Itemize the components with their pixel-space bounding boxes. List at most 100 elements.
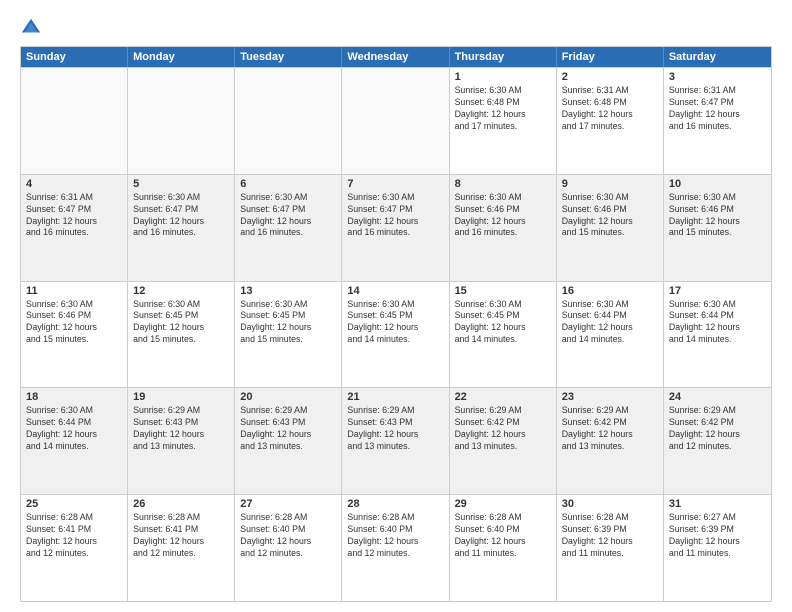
day-number: 8 (455, 178, 551, 190)
cal-cell-3-6: 24 Sunrise: 6:29 AM Sunset: 6:42 PM Dayli… (664, 388, 771, 494)
day-number: 6 (240, 178, 336, 190)
cal-row-2: 11 Sunrise: 6:30 AM Sunset: 6:46 PM Dayli… (21, 281, 771, 388)
cell-text: Sunrise: 6:30 AM Sunset: 6:47 PM Dayligh… (133, 192, 229, 240)
cell-text: Sunrise: 6:30 AM Sunset: 6:48 PM Dayligh… (455, 85, 551, 133)
cal-cell-0-1 (128, 68, 235, 174)
cell-text: Sunrise: 6:29 AM Sunset: 6:43 PM Dayligh… (133, 405, 229, 453)
cell-text: Sunrise: 6:30 AM Sunset: 6:46 PM Dayligh… (455, 192, 551, 240)
cal-row-0: 1 Sunrise: 6:30 AM Sunset: 6:48 PM Daylig… (21, 67, 771, 174)
day-number: 11 (26, 285, 122, 297)
day-number: 22 (455, 391, 551, 403)
cal-cell-4-5: 30Sunrise: 6:28 AM Sunset: 6:39 PM Dayli… (557, 495, 664, 601)
cell-text: Sunrise: 6:28 AM Sunset: 6:41 PM Dayligh… (26, 512, 122, 560)
cell-text: Sunrise: 6:30 AM Sunset: 6:44 PM Dayligh… (562, 299, 658, 347)
day-number: 14 (347, 285, 443, 297)
cell-text: Sunrise: 6:30 AM Sunset: 6:46 PM Dayligh… (669, 192, 766, 240)
day-number: 17 (669, 285, 766, 297)
cal-cell-4-2: 27 Sunrise: 6:28 AM Sunset: 6:40 PM Dayli… (235, 495, 342, 601)
cell-text: Sunrise: 6:30 AM Sunset: 6:45 PM Dayligh… (240, 299, 336, 347)
cell-text: Sunrise: 6:29 AM Sunset: 6:42 PM Dayligh… (669, 405, 766, 453)
day-number: 12 (133, 285, 229, 297)
day-number: 24 (669, 391, 766, 403)
cal-header-friday: Friday (557, 47, 664, 67)
cell-text: Sunrise: 6:31 AM Sunset: 6:48 PM Dayligh… (562, 85, 658, 133)
cell-text: Sunrise: 6:31 AM Sunset: 6:47 PM Dayligh… (26, 192, 122, 240)
cal-cell-4-6: 31 Sunrise: 6:27 AM Sunset: 6:39 PM Dayli… (664, 495, 771, 601)
day-number: 18 (26, 391, 122, 403)
cal-cell-3-3: 21 Sunrise: 6:29 AM Sunset: 6:43 PM Dayli… (342, 388, 449, 494)
logo-icon (20, 16, 42, 38)
day-number: 13 (240, 285, 336, 297)
cal-cell-0-5: 2 Sunrise: 6:31 AM Sunset: 6:48 PM Daylig… (557, 68, 664, 174)
day-number: 1 (455, 71, 551, 83)
header (20, 16, 772, 38)
page: SundayMondayTuesdayWednesdayThursdayFrid… (0, 0, 792, 612)
cal-cell-2-4: 15Sunrise: 6:30 AM Sunset: 6:45 PM Dayli… (450, 282, 557, 388)
cal-cell-0-3 (342, 68, 449, 174)
day-number: 29 (455, 498, 551, 510)
cell-text: Sunrise: 6:28 AM Sunset: 6:40 PM Dayligh… (455, 512, 551, 560)
day-number: 9 (562, 178, 658, 190)
cell-text: Sunrise: 6:30 AM Sunset: 6:46 PM Dayligh… (562, 192, 658, 240)
logo (20, 16, 48, 38)
cal-header-thursday: Thursday (450, 47, 557, 67)
calendar: SundayMondayTuesdayWednesdayThursdayFrid… (20, 46, 772, 602)
cal-cell-3-5: 23 Sunrise: 6:29 AM Sunset: 6:42 PM Dayli… (557, 388, 664, 494)
cal-cell-1-4: 8 Sunrise: 6:30 AM Sunset: 6:46 PM Daylig… (450, 175, 557, 281)
cal-cell-0-4: 1 Sunrise: 6:30 AM Sunset: 6:48 PM Daylig… (450, 68, 557, 174)
day-number: 19 (133, 391, 229, 403)
day-number: 28 (347, 498, 443, 510)
cell-text: Sunrise: 6:30 AM Sunset: 6:45 PM Dayligh… (347, 299, 443, 347)
cal-cell-3-2: 20 Sunrise: 6:29 AM Sunset: 6:43 PM Dayli… (235, 388, 342, 494)
day-number: 27 (240, 498, 336, 510)
cell-text: Sunrise: 6:28 AM Sunset: 6:41 PM Dayligh… (133, 512, 229, 560)
cell-text: Sunrise: 6:30 AM Sunset: 6:45 PM Dayligh… (133, 299, 229, 347)
cell-text: Sunrise: 6:29 AM Sunset: 6:42 PM Dayligh… (455, 405, 551, 453)
cal-cell-4-3: 28Sunrise: 6:28 AM Sunset: 6:40 PM Dayli… (342, 495, 449, 601)
cal-cell-1-0: 4 Sunrise: 6:31 AM Sunset: 6:47 PM Daylig… (21, 175, 128, 281)
cell-text: Sunrise: 6:29 AM Sunset: 6:42 PM Dayligh… (562, 405, 658, 453)
day-number: 3 (669, 71, 766, 83)
cell-text: Sunrise: 6:28 AM Sunset: 6:39 PM Dayligh… (562, 512, 658, 560)
cell-text: Sunrise: 6:29 AM Sunset: 6:43 PM Dayligh… (240, 405, 336, 453)
cell-text: Sunrise: 6:30 AM Sunset: 6:44 PM Dayligh… (26, 405, 122, 453)
cal-row-3: 18 Sunrise: 6:30 AM Sunset: 6:44 PM Dayli… (21, 387, 771, 494)
cal-cell-1-6: 10Sunrise: 6:30 AM Sunset: 6:46 PM Dayli… (664, 175, 771, 281)
cal-cell-2-6: 17 Sunrise: 6:30 AM Sunset: 6:44 PM Dayli… (664, 282, 771, 388)
cell-text: Sunrise: 6:30 AM Sunset: 6:47 PM Dayligh… (240, 192, 336, 240)
cal-header-saturday: Saturday (664, 47, 771, 67)
cell-text: Sunrise: 6:30 AM Sunset: 6:46 PM Dayligh… (26, 299, 122, 347)
day-number: 5 (133, 178, 229, 190)
day-number: 31 (669, 498, 766, 510)
day-number: 2 (562, 71, 658, 83)
cal-row-4: 25Sunrise: 6:28 AM Sunset: 6:41 PM Dayli… (21, 494, 771, 601)
cal-header-sunday: Sunday (21, 47, 128, 67)
day-number: 21 (347, 391, 443, 403)
cal-cell-0-6: 3Sunrise: 6:31 AM Sunset: 6:47 PM Daylig… (664, 68, 771, 174)
cal-cell-1-3: 7Sunrise: 6:30 AM Sunset: 6:47 PM Daylig… (342, 175, 449, 281)
day-number: 4 (26, 178, 122, 190)
cal-cell-3-1: 19 Sunrise: 6:29 AM Sunset: 6:43 PM Dayli… (128, 388, 235, 494)
day-number: 20 (240, 391, 336, 403)
cell-text: Sunrise: 6:29 AM Sunset: 6:43 PM Dayligh… (347, 405, 443, 453)
cal-cell-4-1: 26Sunrise: 6:28 AM Sunset: 6:41 PM Dayli… (128, 495, 235, 601)
cell-text: Sunrise: 6:27 AM Sunset: 6:39 PM Dayligh… (669, 512, 766, 560)
cell-text: Sunrise: 6:30 AM Sunset: 6:47 PM Dayligh… (347, 192, 443, 240)
cal-cell-3-4: 22 Sunrise: 6:29 AM Sunset: 6:42 PM Dayli… (450, 388, 557, 494)
cal-cell-2-0: 11 Sunrise: 6:30 AM Sunset: 6:46 PM Dayli… (21, 282, 128, 388)
cal-cell-4-0: 25Sunrise: 6:28 AM Sunset: 6:41 PM Dayli… (21, 495, 128, 601)
cal-cell-0-2 (235, 68, 342, 174)
cal-cell-1-2: 6 Sunrise: 6:30 AM Sunset: 6:47 PM Daylig… (235, 175, 342, 281)
cal-cell-1-5: 9 Sunrise: 6:30 AM Sunset: 6:46 PM Daylig… (557, 175, 664, 281)
cal-cell-2-5: 16Sunrise: 6:30 AM Sunset: 6:44 PM Dayli… (557, 282, 664, 388)
cell-text: Sunrise: 6:28 AM Sunset: 6:40 PM Dayligh… (240, 512, 336, 560)
cell-text: Sunrise: 6:30 AM Sunset: 6:44 PM Dayligh… (669, 299, 766, 347)
cal-cell-3-0: 18 Sunrise: 6:30 AM Sunset: 6:44 PM Dayli… (21, 388, 128, 494)
day-number: 15 (455, 285, 551, 297)
cal-row-1: 4 Sunrise: 6:31 AM Sunset: 6:47 PM Daylig… (21, 174, 771, 281)
day-number: 23 (562, 391, 658, 403)
cal-cell-0-0 (21, 68, 128, 174)
cal-cell-4-4: 29 Sunrise: 6:28 AM Sunset: 6:40 PM Dayli… (450, 495, 557, 601)
cal-cell-1-1: 5 Sunrise: 6:30 AM Sunset: 6:47 PM Daylig… (128, 175, 235, 281)
cal-cell-2-1: 12 Sunrise: 6:30 AM Sunset: 6:45 PM Dayli… (128, 282, 235, 388)
